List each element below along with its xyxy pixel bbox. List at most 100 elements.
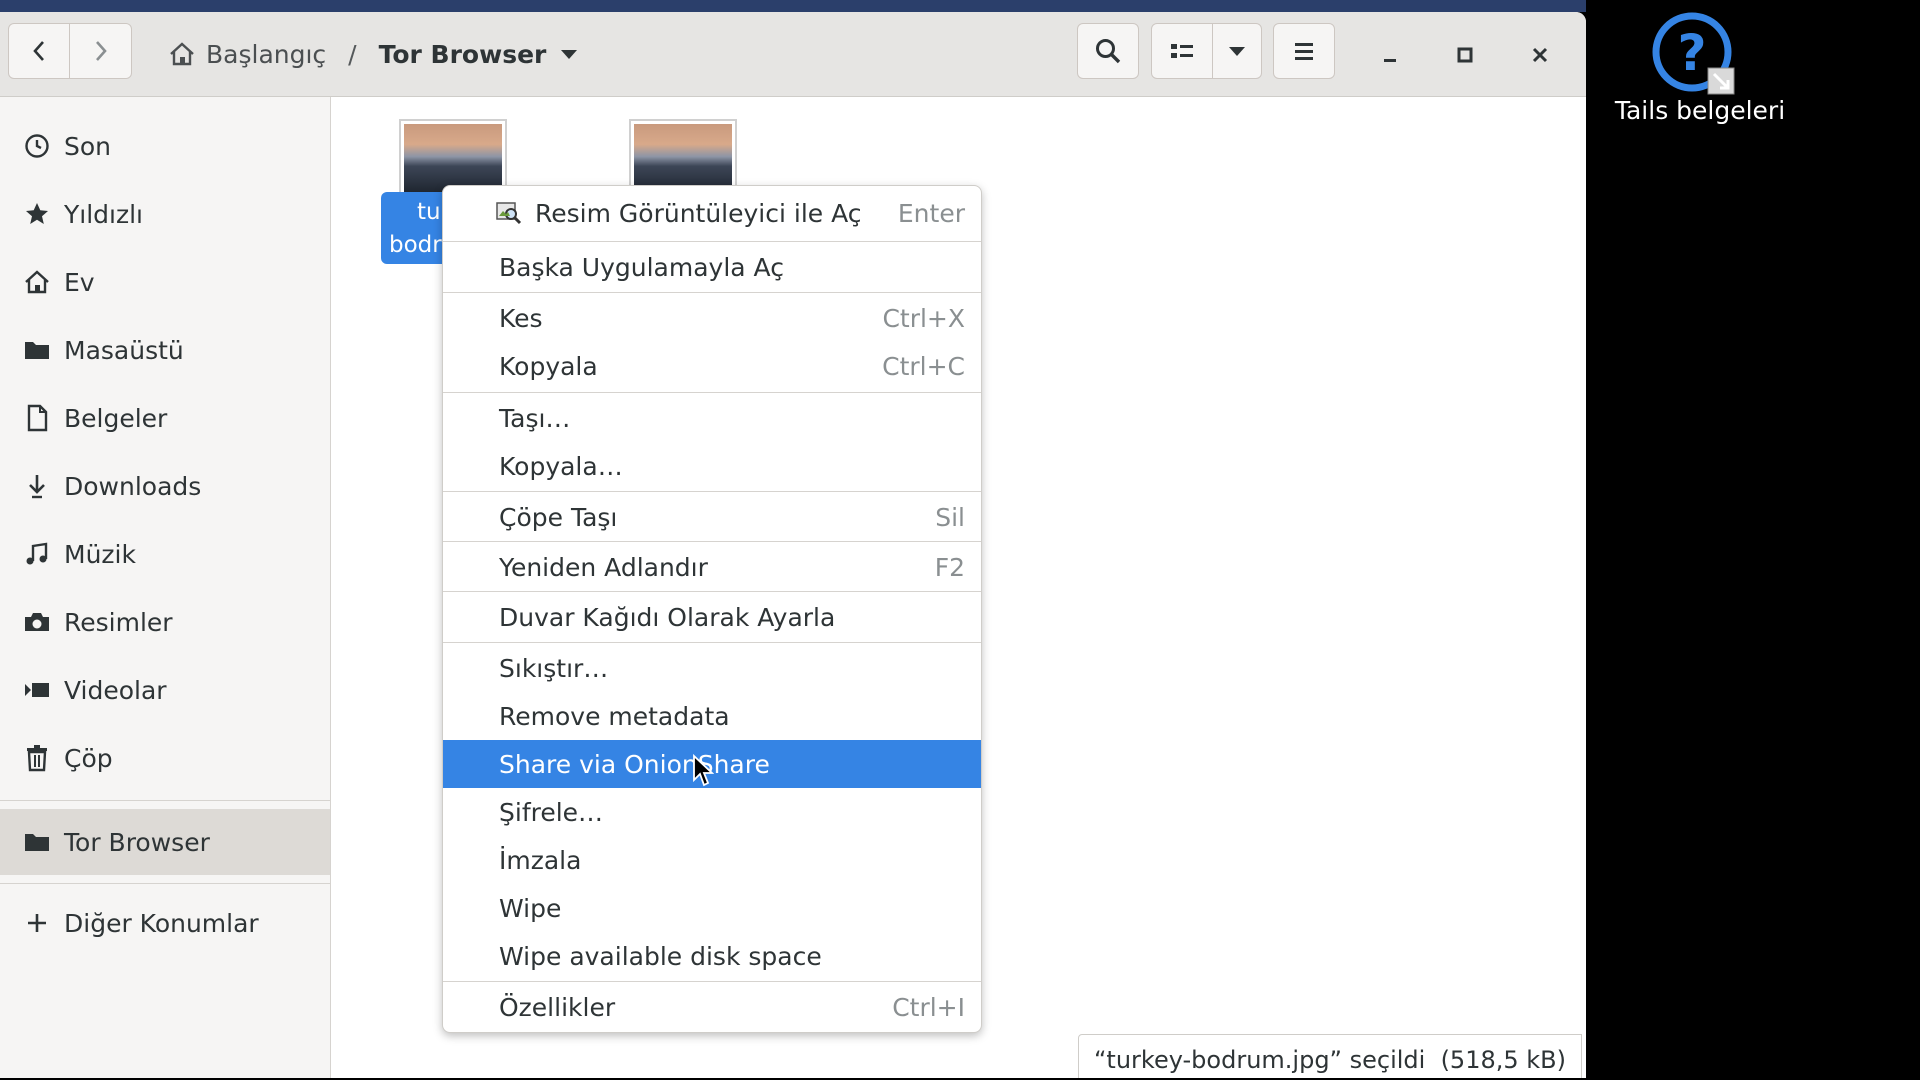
chevron-down-icon[interactable] [560,48,578,60]
folder-icon [20,333,54,367]
sidebar-item-label: Çöp [64,743,113,773]
menu-item-accel: Sil [935,502,965,532]
menu-item-label: Kes [499,303,543,333]
menu-item-accel: F2 [934,552,965,582]
photo-thumbnail [404,124,502,192]
forward-button[interactable] [69,23,132,79]
close-button[interactable] [1527,42,1553,68]
menu-item-label: Remove metadata [499,701,730,731]
menu-item-wipe[interactable]: Wipe [443,884,981,932]
chevron-down-icon [1229,47,1245,56]
chevron-left-icon [33,41,44,61]
menu-item-label: Çöpe Taşı [499,502,618,532]
folder-icon [20,825,54,859]
home-icon [168,41,196,67]
search-icon [1096,39,1121,64]
sidebar-item-masaustu[interactable]: Masaüstü [0,320,330,380]
breadcrumb-current[interactable]: Tor Browser [379,40,547,69]
video-icon [20,673,54,707]
view-options-button[interactable] [1212,23,1262,79]
minimize-button[interactable] [1377,42,1403,68]
main-menu-button[interactable] [1273,23,1335,79]
sidebar-item-tor-browser[interactable]: Tor Browser [0,809,330,875]
view-toggle-button[interactable] [1151,23,1213,79]
menu-item-wipe-disk-space[interactable]: Wipe available disk space [443,932,981,980]
sidebar-item-ev[interactable]: Ev [0,252,330,312]
menu-item-sign[interactable]: İmzala [443,836,981,884]
clock-icon [20,129,54,163]
menu-item-properties[interactable]: Özellikler Ctrl+I [443,983,981,1031]
sidebar-item-label: Ev [64,267,95,297]
home-icon [20,265,54,299]
sidebar-item-yildizli[interactable]: Yıldızlı [0,184,330,244]
context-menu: Resim Görüntüleyici ile Aç Enter Başka U… [442,185,982,1033]
menu-item-set-wallpaper[interactable]: Duvar Kağıdı Olarak Ayarla [443,593,981,641]
menu-item-open-with[interactable]: Başka Uygulamayla Aç [443,243,981,291]
list-view-icon [1171,44,1193,58]
breadcrumb: Başlangıç / Tor Browser [168,38,578,70]
menu-item-copy-to[interactable]: Kopyala… [443,442,981,490]
menu-item-label: Özellikler [499,992,616,1022]
sidebar-item-label: Müzik [64,539,136,569]
plus-icon [20,906,54,940]
sidebar-separator [0,883,330,884]
desktop-shortcut-tails-docs[interactable]: ? [1650,10,1740,100]
image-viewer-icon [496,201,522,231]
status-bar: “turkey-bodrum.jpg” seçildi (518,5 kB) [1078,1034,1582,1078]
menu-item-accel: Ctrl+I [892,992,965,1022]
menu-item-encrypt[interactable]: Şifrele… [443,788,981,836]
navigation-buttons [8,23,132,79]
menu-item-copy[interactable]: Kopyala Ctrl+C [443,342,981,390]
search-button[interactable] [1077,23,1139,79]
sidebar-item-muzik[interactable]: Müzik [0,524,330,584]
menu-item-label: Share via OnionShare [499,749,770,779]
sidebar-item-label: Resimler [64,607,173,637]
sidebar-item-label: Masaüstü [64,335,184,365]
sidebar-item-cop[interactable]: Çöp [0,728,330,788]
breadcrumb-home[interactable]: Başlangıç [206,40,326,69]
menu-item-cut[interactable]: Kes Ctrl+X [443,294,981,342]
minimize-icon [1384,59,1396,62]
sidebar-item-downloads[interactable]: Downloads [0,456,330,516]
menu-item-open-image-viewer[interactable]: Resim Görüntüleyici ile Aç Enter [443,189,981,237]
menu-item-label: Taşı… [499,403,571,433]
menu-item-move-to-trash[interactable]: Çöpe Taşı Sil [443,493,981,541]
sidebar-item-son[interactable]: Son [0,116,330,176]
desktop-icon-label: Tails belgeleri [1614,96,1786,125]
menu-item-compress[interactable]: Sıkıştır… [443,644,981,692]
sidebar-item-label: Diğer Konumlar [64,908,259,938]
sidebar-separator [0,800,330,801]
menu-separator [443,292,981,293]
help-icon: ? [1652,12,1735,95]
sidebar: Son Yıldızlı Ev Masaüstü Belgeler Downlo… [0,97,331,1078]
menu-separator [443,981,981,982]
music-icon [20,537,54,571]
menu-item-label: Başka Uygulamayla Aç [499,252,784,282]
photo-thumbnail [634,124,732,192]
menu-item-label: Kopyala [499,351,598,381]
camera-icon [20,605,54,639]
sidebar-item-videolar[interactable]: Videolar [0,660,330,720]
menu-item-label: Yeniden Adlandır [499,552,708,582]
menu-item-move-to[interactable]: Taşı… [443,394,981,442]
menu-item-label: Şifrele… [499,797,604,827]
menu-item-accel: Ctrl+X [882,303,965,333]
sidebar-item-other-locations[interactable]: Diğer Konumlar [0,893,330,953]
menu-item-label: Resim Görüntüleyici ile Aç [535,198,862,228]
sidebar-item-belgeler[interactable]: Belgeler [0,388,330,448]
svg-text:?: ? [1677,24,1706,82]
menu-separator [443,591,981,592]
download-icon [20,469,54,503]
top-panel-strip [0,0,1586,12]
menu-item-label: Wipe [499,893,562,923]
menu-item-rename[interactable]: Yeniden Adlandır F2 [443,543,981,591]
chevron-right-icon [95,41,107,61]
maximize-button[interactable] [1452,42,1478,68]
sidebar-item-label: Tor Browser [64,827,210,857]
menu-separator [443,491,981,492]
back-button[interactable] [8,23,70,79]
maximize-icon [1457,47,1473,63]
sidebar-item-resimler[interactable]: Resimler [0,592,330,652]
menu-separator [443,541,981,542]
menu-item-remove-metadata[interactable]: Remove metadata [443,692,981,740]
